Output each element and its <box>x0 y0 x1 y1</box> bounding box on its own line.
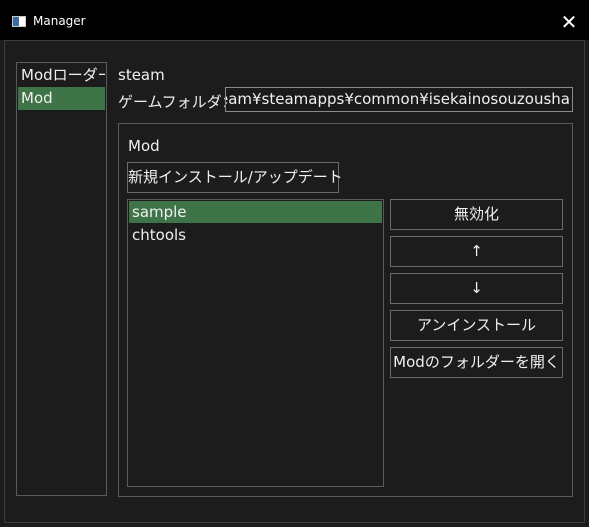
nav-item-mod-loader[interactable]: Modローダー <box>18 64 105 87</box>
uninstall-button[interactable]: アンインストール <box>390 310 563 341</box>
game-folder-field[interactable]: C:¥Program Files (x86)¥Steam¥steamapps¥c… <box>225 87 573 112</box>
move-up-button[interactable]: ↑ <box>390 236 563 267</box>
close-icon[interactable]: ✕ <box>553 8 585 36</box>
open-mod-folder-button[interactable]: Modのフォルダーを開く <box>390 347 563 378</box>
app-window-icon <box>12 16 26 27</box>
mod-group-title: Mod <box>128 137 160 155</box>
mod-list-item-chtools[interactable]: chtools <box>129 224 382 246</box>
install-update-button[interactable]: 新規インストール/アップデート <box>127 162 343 193</box>
nav-list[interactable]: Modローダー Mod <box>16 62 107 496</box>
game-folder-label: ゲームフォルダ： <box>118 93 237 111</box>
window-title: Manager <box>33 14 86 28</box>
mod-list[interactable]: sample chtools <box>127 199 384 487</box>
move-down-button[interactable]: ↓ <box>390 273 563 304</box>
mod-list-item-sample[interactable]: sample <box>129 201 382 223</box>
manager-window: Manager ✕ Modローダー Mod steam ゲームフォルダ： C:¥… <box>0 0 589 527</box>
nav-item-mod[interactable]: Mod <box>18 87 105 110</box>
steam-label: steam <box>118 66 165 84</box>
disable-button[interactable]: 無効化 <box>390 199 563 230</box>
title-bar[interactable]: Manager ✕ <box>0 0 589 40</box>
